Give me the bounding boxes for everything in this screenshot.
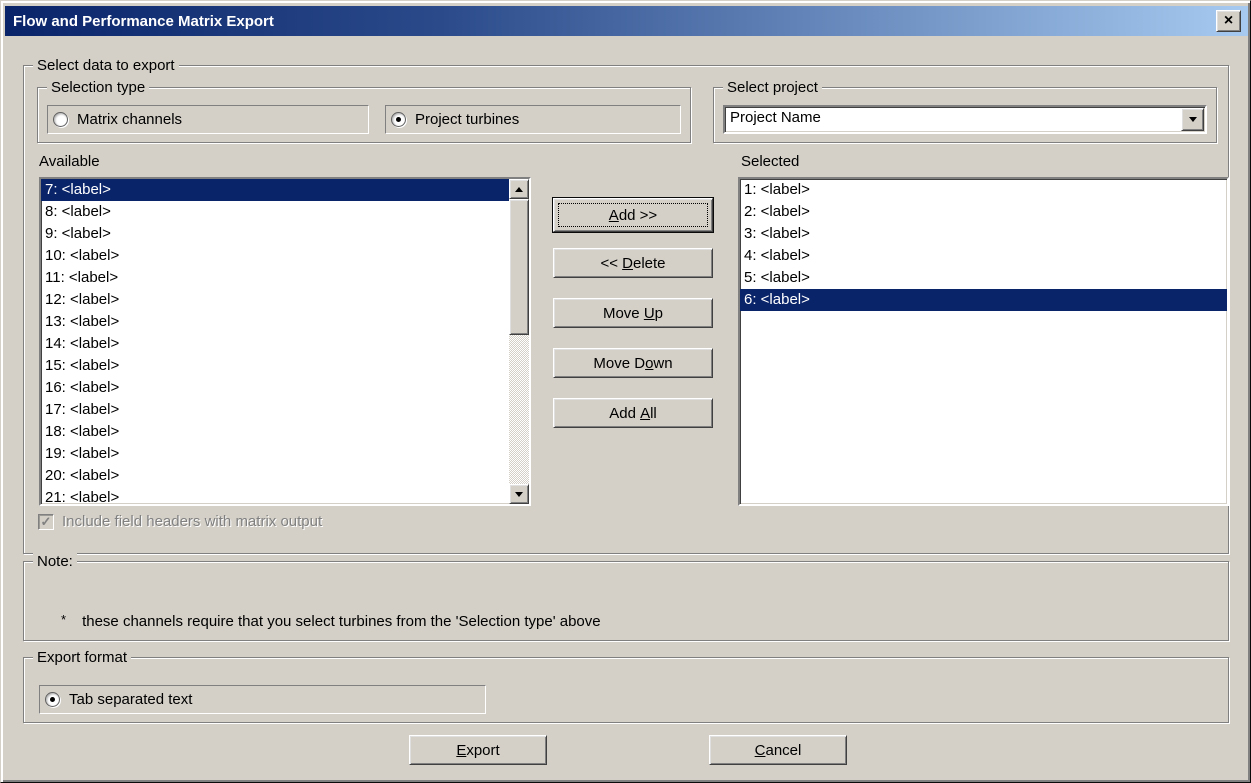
close-button[interactable]: × bbox=[1216, 10, 1241, 32]
select-data-group-label: Select data to export bbox=[33, 57, 179, 74]
selected-list-rows: 1: <label>2: <label>3: <label>4: <label>… bbox=[740, 179, 1227, 504]
radio-matrix-channels[interactable] bbox=[53, 112, 68, 127]
move-down-button-label-pre: Move D bbox=[593, 355, 645, 372]
list-item[interactable]: 14: <label> bbox=[41, 333, 509, 355]
delete-button-label-pre: << bbox=[600, 255, 622, 272]
radio-row-project-turbines[interactable]: Project turbines bbox=[385, 105, 681, 134]
list-item[interactable]: 4: <label> bbox=[740, 245, 1227, 267]
list-item[interactable]: 5: <label> bbox=[740, 267, 1227, 289]
cancel-button[interactable]: Cancel bbox=[709, 735, 847, 765]
list-item[interactable]: 21: <label> bbox=[41, 487, 509, 504]
list-item[interactable]: 7: <label> bbox=[41, 179, 509, 201]
cancel-button-label-key: C bbox=[755, 742, 766, 759]
project-combobox[interactable]: Project Name bbox=[723, 105, 1207, 134]
move-up-button-label-post: p bbox=[655, 305, 663, 322]
export-dialog: Flow and Performance Matrix Export × Sel… bbox=[0, 0, 1251, 783]
list-item[interactable]: 18: <label> bbox=[41, 421, 509, 443]
close-icon: × bbox=[1224, 13, 1233, 29]
note-text-line: * these channels require that you select … bbox=[36, 596, 601, 647]
add-all-button-label-key: A bbox=[640, 405, 650, 422]
list-item[interactable]: 11: <label> bbox=[41, 267, 509, 289]
note-text: these channels require that you select t… bbox=[82, 613, 601, 630]
list-item[interactable]: 8: <label> bbox=[41, 201, 509, 223]
list-item[interactable]: 12: <label> bbox=[41, 289, 509, 311]
radio-row-matrix-channels[interactable]: Matrix channels bbox=[47, 105, 369, 134]
list-item[interactable]: 6: <label> bbox=[740, 289, 1227, 311]
list-item[interactable]: 16: <label> bbox=[41, 377, 509, 399]
radio-project-turbines-label: Project turbines bbox=[415, 111, 519, 128]
list-item[interactable]: 9: <label> bbox=[41, 223, 509, 245]
add-button[interactable]: Add >> bbox=[553, 198, 713, 232]
note-bullet: * bbox=[61, 612, 66, 627]
radio-project-turbines[interactable] bbox=[391, 112, 406, 127]
available-label: Available bbox=[39, 153, 100, 170]
select-project-group-label: Select project bbox=[723, 79, 822, 96]
available-list-rows: 7: <label>8: <label>9: <label>10: <label… bbox=[41, 179, 509, 504]
scrollbar-up-button[interactable] bbox=[509, 179, 529, 199]
list-item[interactable]: 1: <label> bbox=[740, 179, 1227, 201]
delete-button[interactable]: << Delete bbox=[553, 248, 713, 278]
selection-type-group-label: Selection type bbox=[47, 79, 149, 96]
available-scrollbar[interactable] bbox=[509, 179, 529, 504]
titlebar: Flow and Performance Matrix Export × bbox=[5, 6, 1248, 36]
check-icon: ✓ bbox=[41, 515, 52, 528]
scrollbar-down-button[interactable] bbox=[509, 484, 529, 504]
list-item[interactable]: 19: <label> bbox=[41, 443, 509, 465]
list-item[interactable]: 3: <label> bbox=[740, 223, 1227, 245]
window-title: Flow and Performance Matrix Export bbox=[5, 13, 274, 30]
selected-listbox[interactable]: 1: <label>2: <label>3: <label>4: <label>… bbox=[738, 177, 1229, 506]
list-item[interactable]: 15: <label> bbox=[41, 355, 509, 377]
move-up-button-label-pre: Move bbox=[603, 305, 644, 322]
list-item[interactable]: 10: <label> bbox=[41, 245, 509, 267]
chevron-down-icon bbox=[1189, 117, 1197, 122]
radio-row-tab-separated[interactable]: Tab separated text bbox=[39, 685, 486, 714]
available-listbox[interactable]: 7: <label>8: <label>9: <label>10: <label… bbox=[39, 177, 531, 506]
move-up-button-label-key: U bbox=[644, 305, 655, 322]
note-group-label: Note: bbox=[33, 553, 77, 570]
scrollbar-thumb[interactable] bbox=[509, 199, 529, 335]
list-item[interactable]: 17: <label> bbox=[41, 399, 509, 421]
add-all-button-label-pre: Add bbox=[609, 405, 640, 422]
list-item[interactable]: 2: <label> bbox=[740, 201, 1227, 223]
radio-tab-separated-label: Tab separated text bbox=[69, 691, 192, 708]
export-format-group-label: Export format bbox=[33, 649, 131, 666]
selected-label: Selected bbox=[741, 153, 799, 170]
project-combobox-value: Project Name bbox=[730, 109, 821, 126]
cancel-button-label-post: ancel bbox=[765, 742, 801, 759]
radio-tab-separated[interactable] bbox=[45, 692, 60, 707]
move-down-button-label-post: wn bbox=[653, 355, 672, 372]
move-up-button[interactable]: Move Up bbox=[553, 298, 713, 328]
arrow-down-icon bbox=[515, 492, 523, 497]
include-headers-row: ✓ Include field headers with matrix outp… bbox=[38, 513, 322, 530]
note-group: Note: *these channels require that you s… bbox=[23, 561, 1229, 641]
export-button-label-post: xport bbox=[466, 742, 499, 759]
list-item[interactable]: 20: <label> bbox=[41, 465, 509, 487]
add-all-button-label-post: ll bbox=[650, 405, 657, 422]
arrow-up-icon bbox=[515, 187, 523, 192]
add-all-button[interactable]: Add All bbox=[553, 398, 713, 428]
include-headers-checkbox: ✓ bbox=[38, 514, 54, 530]
add-button-label-key: A bbox=[609, 207, 619, 224]
scrollbar-track[interactable] bbox=[509, 199, 529, 484]
project-combobox-dropdown-button[interactable] bbox=[1181, 108, 1204, 131]
export-button-label-key: E bbox=[456, 742, 466, 759]
delete-button-label-post: elete bbox=[633, 255, 666, 272]
list-item[interactable]: 13: <label> bbox=[41, 311, 509, 333]
radio-matrix-channels-label: Matrix channels bbox=[77, 111, 182, 128]
export-button[interactable]: Export bbox=[409, 735, 547, 765]
delete-button-label-key: D bbox=[622, 255, 633, 272]
move-down-button[interactable]: Move Down bbox=[553, 348, 713, 378]
include-headers-label: Include field headers with matrix output bbox=[62, 513, 322, 530]
add-button-label-post: dd >> bbox=[619, 207, 657, 224]
